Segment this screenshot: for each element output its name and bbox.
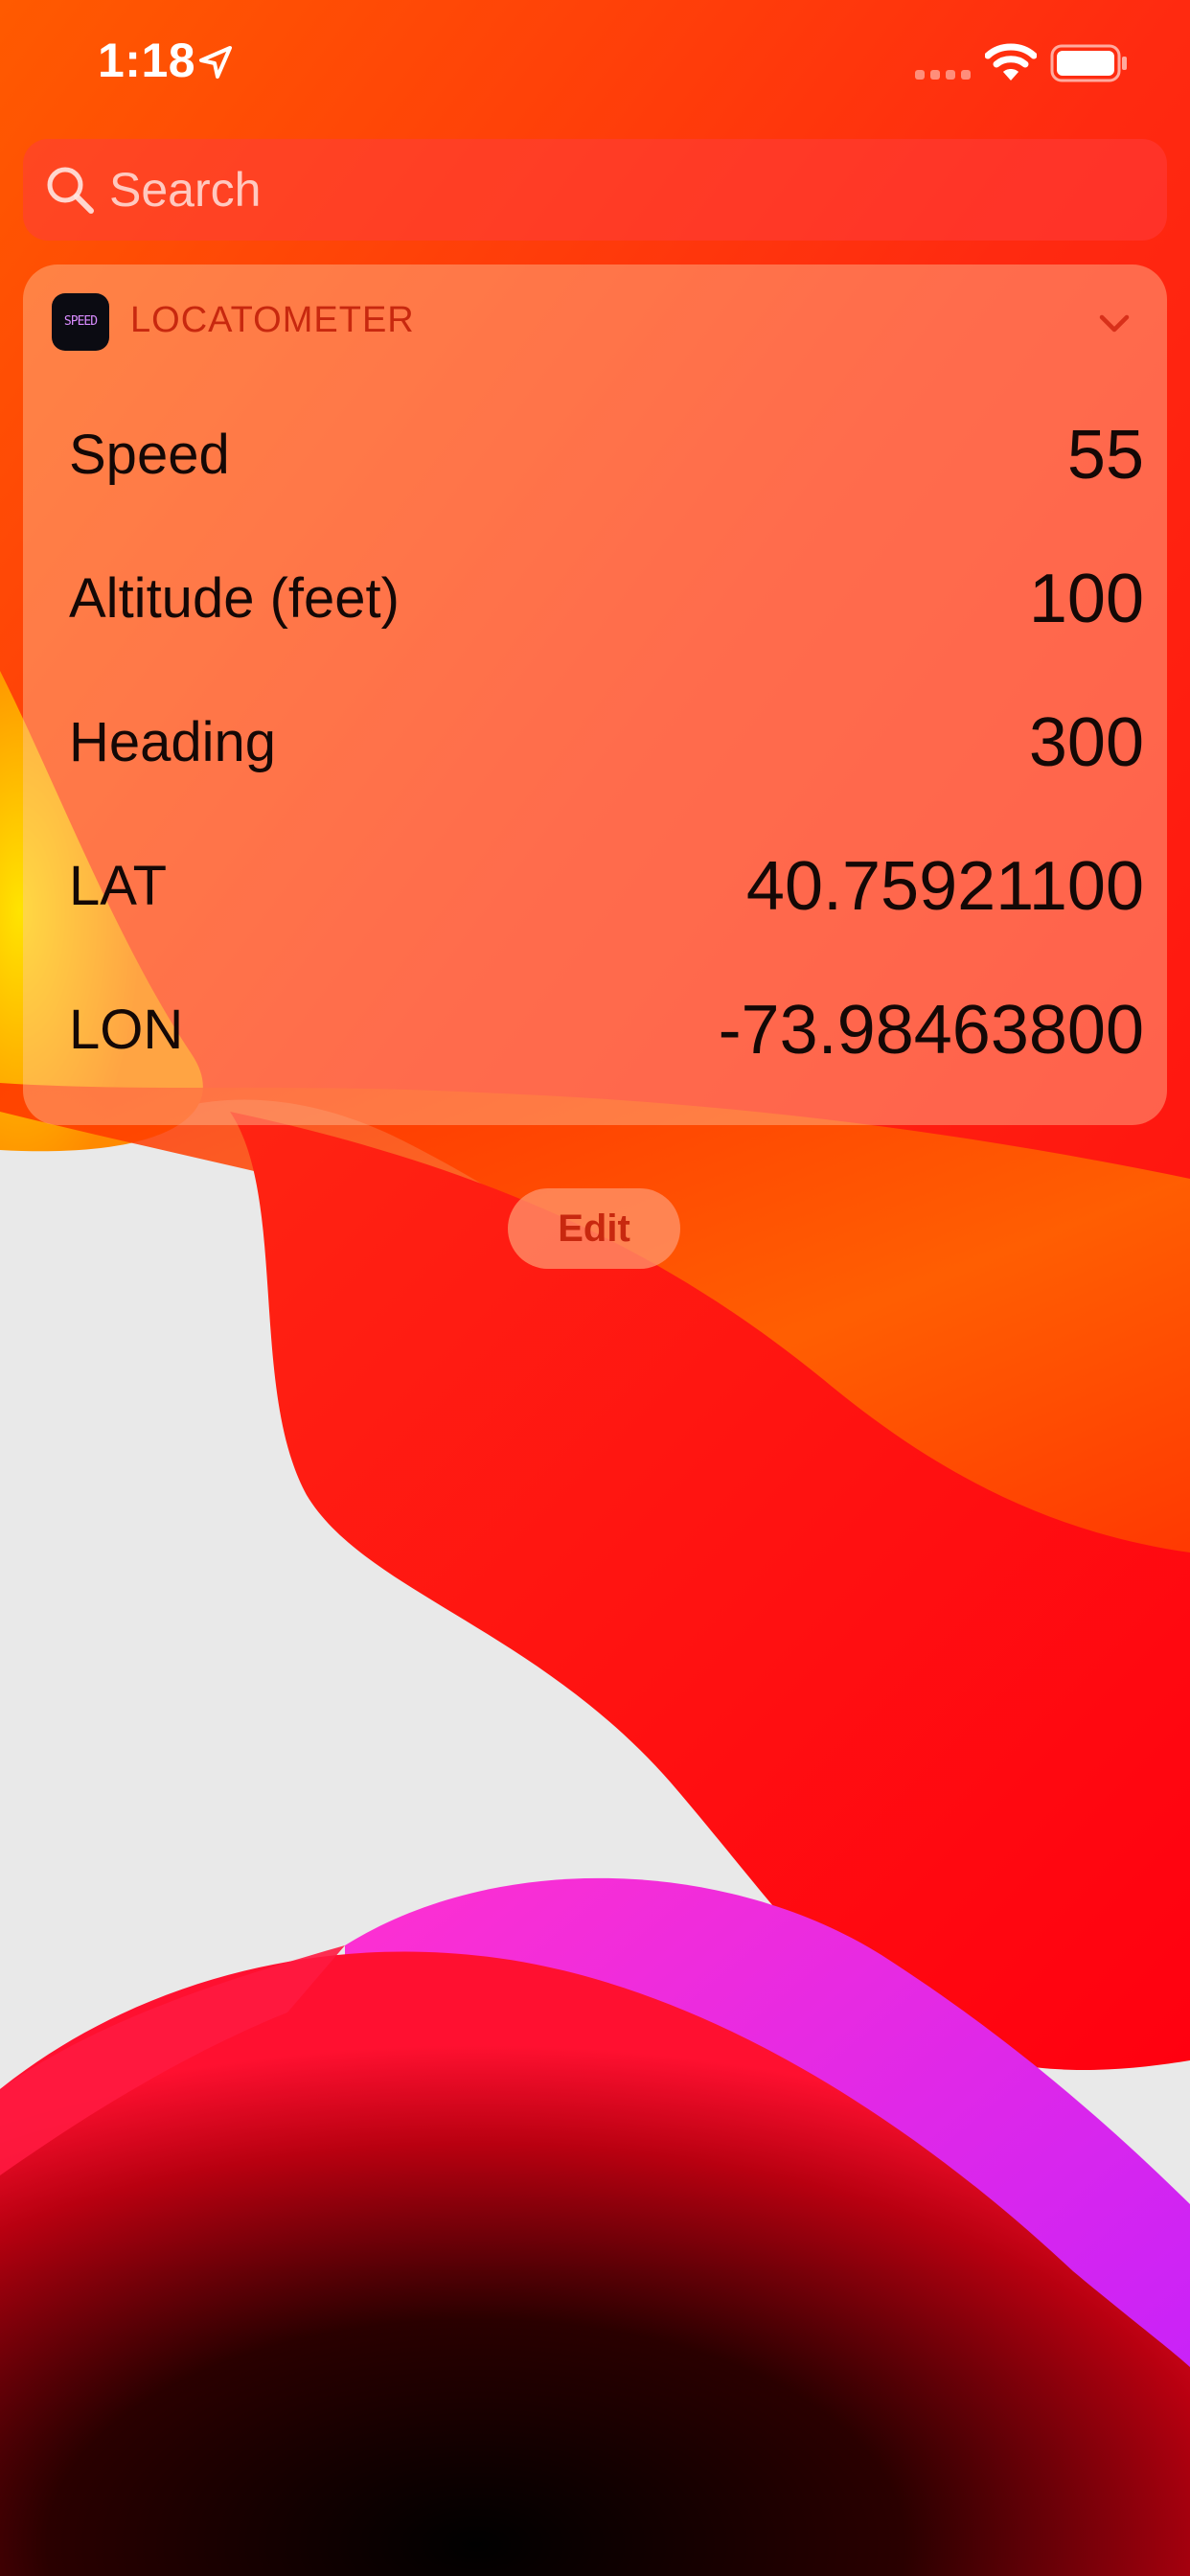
status-time: 1:18: [98, 34, 196, 87]
chevron-down-icon[interactable]: [1090, 299, 1138, 347]
app-icon-text: SPEED: [63, 314, 98, 329]
row-label: Speed: [69, 424, 230, 486]
widget-row-lat: LAT 40.75921100: [23, 815, 1167, 958]
row-value: -73.98463800: [718, 992, 1144, 1069]
widget-row-lon: LON -73.98463800: [23, 958, 1167, 1102]
wifi-icon: [985, 43, 1037, 80]
widget-app-name: LOCATOMETER: [130, 300, 415, 340]
row-value: 100: [1028, 561, 1144, 637]
battery-icon: [1050, 44, 1127, 82]
widget-row-altitude: Altitude (feet) 100: [23, 527, 1167, 671]
search-bar[interactable]: [23, 139, 1167, 241]
status-bar: 1:18: [0, 0, 1190, 126]
location-arrow-icon: [199, 46, 232, 79]
widget-row-speed: Speed 55: [23, 383, 1167, 527]
row-value: 40.75921100: [745, 848, 1144, 925]
row-label: LON: [69, 999, 184, 1061]
cellular-signal-icon: [915, 70, 971, 80]
row-label: Altitude (feet): [69, 567, 400, 630]
row-label: LAT: [69, 855, 168, 917]
search-icon: [47, 167, 94, 214]
search-input[interactable]: [109, 139, 1144, 241]
row-label: Heading: [69, 711, 277, 773]
widget-header[interactable]: SPEED LOCATOMETER: [23, 264, 1167, 383]
row-value: 300: [1028, 704, 1144, 781]
locatometer-widget: SPEED LOCATOMETER Speed 55 Altitude (fee…: [23, 264, 1167, 1125]
widget-row-heading: Heading 300: [23, 671, 1167, 815]
app-icon: SPEED: [52, 293, 109, 351]
edit-button[interactable]: Edit: [508, 1188, 680, 1269]
widget-rows: Speed 55 Altitude (feet) 100 Heading 300…: [23, 383, 1167, 1102]
row-value: 55: [1066, 417, 1144, 494]
